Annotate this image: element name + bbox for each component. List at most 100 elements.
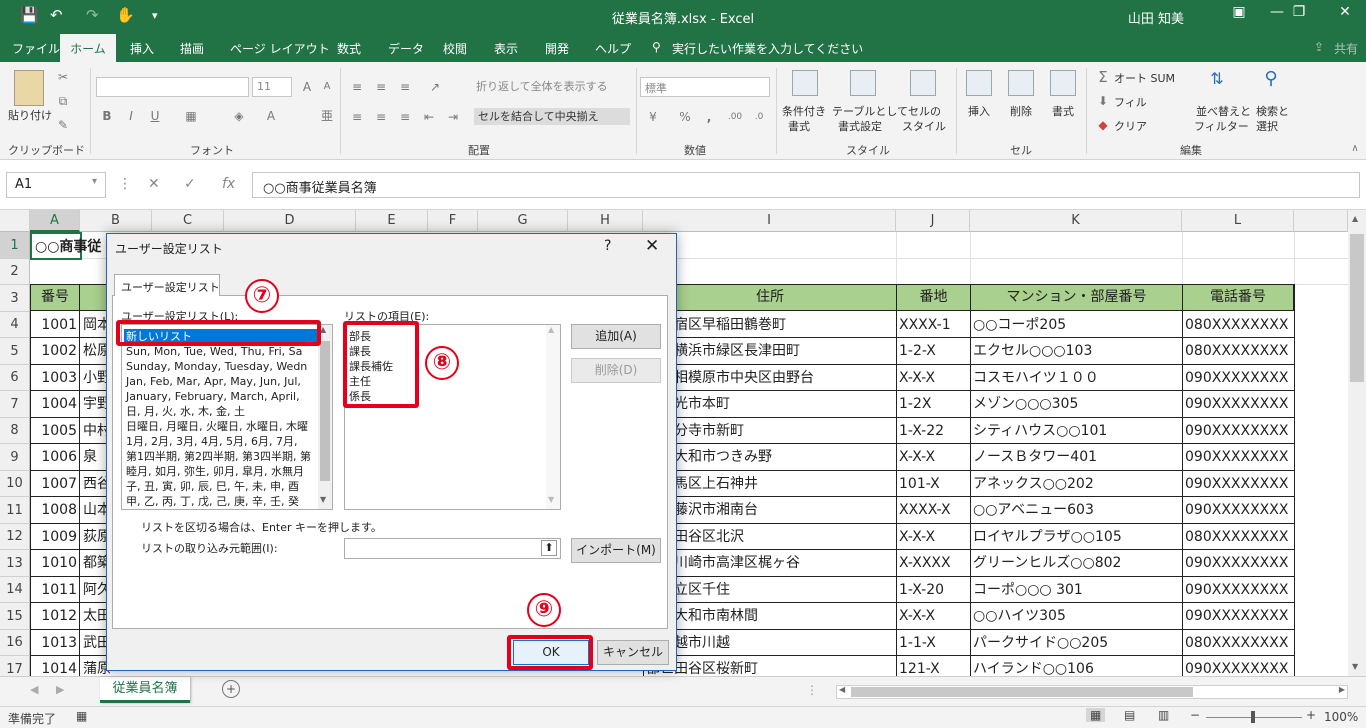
add-button[interactable]: 追加(A) — [571, 324, 661, 349]
format-as-table-icon[interactable] — [850, 70, 876, 96]
cell-styles-icon[interactable] — [910, 70, 936, 96]
phonetic-icon[interactable]: 亜 — [318, 107, 336, 125]
cell-no[interactable]: 1003 — [30, 365, 80, 391]
conditional-format-label2[interactable]: 書式 — [788, 119, 810, 134]
row-header-1[interactable]: 1 — [0, 232, 30, 259]
cell-mansion[interactable]: メゾン○○○305 — [970, 391, 1182, 418]
insert-cells-button[interactable]: 挿入 — [968, 104, 990, 119]
page-layout-view-icon[interactable]: ▤ — [1124, 708, 1135, 722]
align-bottom-icon[interactable]: ≡ — [396, 78, 414, 96]
clear-button[interactable]: クリア — [1114, 119, 1147, 134]
cell-no[interactable]: 1011 — [30, 577, 80, 603]
align-center-icon[interactable]: ≡ — [372, 108, 390, 126]
row-header-2[interactable]: 2 — [0, 259, 30, 285]
scroll-down-icon[interactable]: ▼ — [1352, 662, 1358, 671]
close-window-button[interactable]: ✕ — [1330, 4, 1360, 20]
cell-no[interactable]: 1008 — [30, 497, 80, 524]
cell-no[interactable]: 1012 — [30, 603, 80, 630]
list-item[interactable]: 1月, 2月, 3月, 4月, 5月, 6月, 7月, — [126, 434, 297, 449]
border-icon[interactable]: ▦ — [182, 107, 200, 125]
cell-mansion[interactable]: ○○ハイツ305 — [970, 603, 1182, 630]
cell-address[interactable]: 都世田谷区北沢 — [643, 524, 896, 550]
number-format-box[interactable]: 標準 — [640, 77, 770, 97]
name-box-dropdown-icon[interactable]: ▾ — [92, 176, 97, 187]
scroll-right-icon[interactable]: ▶ — [1339, 685, 1345, 694]
next-sheet-icon[interactable]: ▶ — [56, 683, 64, 696]
cell-banchi[interactable]: X-X-X — [896, 603, 970, 630]
page-break-view-icon[interactable]: ▥ — [1158, 708, 1169, 722]
cell-address[interactable]: 川県川崎市高津区梶ヶ谷 — [643, 550, 896, 577]
cell-no[interactable]: 1013 — [30, 630, 80, 656]
cell-no[interactable]: 1004 — [30, 391, 80, 418]
cell-address[interactable]: 川県藤沢市湘南台 — [643, 497, 896, 524]
font-name-box[interactable] — [96, 77, 249, 97]
share-button[interactable]: 共有 — [1334, 40, 1358, 57]
wrap-text-button[interactable]: 折り返して全体を表示する — [476, 79, 608, 94]
paste-icon[interactable] — [14, 70, 44, 106]
fill-icon[interactable]: ⬇ — [1094, 92, 1112, 110]
cell-styles-label2[interactable]: スタイル — [902, 119, 946, 134]
col-header-e[interactable]: E — [356, 210, 428, 232]
cell-banchi[interactable]: 1-1-X — [896, 630, 970, 656]
import-range-input[interactable] — [344, 538, 561, 559]
align-middle-icon[interactable]: ≡ — [372, 78, 390, 96]
cell-phone[interactable]: 090XXXXXXXX — [1182, 365, 1294, 391]
sort-filter-button[interactable]: 並べ替えと — [1196, 104, 1251, 119]
prev-sheet-icon[interactable]: ◀ — [30, 683, 38, 696]
insert-cells-icon[interactable] — [966, 70, 992, 96]
row-header-17[interactable]: 17 — [0, 656, 30, 676]
custom-lists-listbox[interactable]: 新しいリスト Sun, Mon, Tue, Wed, Thu, Fri, Sa Su… — [121, 324, 333, 510]
align-left-icon[interactable]: ≡ — [348, 108, 366, 126]
tab-data[interactable]: データ — [388, 40, 424, 57]
cell-phone[interactable]: 090XXXXXXXX — [1182, 577, 1294, 603]
cell-no[interactable]: 1001 — [30, 312, 80, 338]
cell-mansion[interactable]: ノースＢタワー401 — [970, 444, 1182, 471]
cell-banchi[interactable]: X-XXXX — [896, 550, 970, 577]
row-header-10[interactable]: 10 — [0, 471, 30, 497]
fill-color-icon[interactable]: ◈ — [230, 107, 248, 125]
macro-record-icon[interactable]: ▦ — [76, 709, 87, 723]
format-as-table-label2[interactable]: 書式設定 — [838, 119, 882, 134]
list-scroll-down-icon[interactable]: ▼ — [320, 495, 326, 504]
tab-insert[interactable]: 挿入 — [130, 40, 154, 57]
tab-page-layout[interactable]: ページ レイアウト — [230, 40, 330, 57]
list-item[interactable]: 睦月, 如月, 弥生, 卯月, 皐月, 水無月 — [126, 464, 304, 479]
zoom-level[interactable]: 100% — [1324, 710, 1358, 724]
decrease-indent-icon[interactable]: ⇤ — [420, 108, 438, 126]
entries-scroll-down-icon[interactable]: ▼ — [548, 495, 554, 504]
header-cell-address[interactable]: 住所 — [643, 284, 897, 311]
entries-scrollbar[interactable]: ▲ ▼ — [546, 325, 560, 509]
row-header-13[interactable]: 13 — [0, 550, 30, 577]
format-cells-button[interactable]: 書式 — [1052, 104, 1074, 119]
cell-mansion[interactable]: シティハウス○○101 — [970, 418, 1182, 444]
col-header-h[interactable]: H — [568, 210, 643, 232]
header-cell-mansion[interactable]: マンション・部屋番号 — [970, 284, 1183, 311]
cell-no[interactable]: 1009 — [30, 524, 80, 550]
row-header-11[interactable]: 11 — [0, 497, 30, 524]
format-as-table-button[interactable]: テーブルとして — [832, 104, 908, 119]
row-header-5[interactable]: 5 — [0, 338, 30, 365]
cell-banchi[interactable]: XXXX-X — [896, 497, 970, 524]
cell-mansion[interactable]: エクセル○○○103 — [970, 338, 1182, 365]
scroll-up-icon[interactable]: ▲ — [1352, 214, 1358, 223]
cell-banchi[interactable]: X-X-X — [896, 444, 970, 471]
tab-help[interactable]: ヘルプ — [595, 40, 631, 57]
list-item[interactable]: Sunday, Monday, Tuesday, Wedn — [126, 359, 307, 374]
cell-mansion[interactable]: グリーンヒルズ○○802 — [970, 550, 1182, 577]
cell-address[interactable]: 都足立区千住 — [643, 577, 896, 603]
col-header-l[interactable]: L — [1182, 210, 1294, 232]
cell-no[interactable]: 1014 — [30, 656, 80, 676]
horizontal-scrollbar[interactable]: ◀ ▶ — [836, 685, 1348, 699]
tab-draw[interactable]: 描画 — [180, 40, 204, 57]
conditional-format-button[interactable]: 条件付き — [782, 104, 826, 119]
header-cell-banchi[interactable]: 番地 — [896, 284, 971, 311]
zoom-out-icon[interactable]: − — [1190, 708, 1200, 722]
row-header-8[interactable]: 8 — [0, 418, 30, 444]
scroll-thumb[interactable] — [1350, 234, 1364, 382]
tab-file[interactable]: ファイル — [12, 40, 60, 57]
underline-icon[interactable]: U — [146, 107, 164, 125]
normal-view-icon[interactable]: ▦ — [1086, 708, 1106, 722]
cell-mansion[interactable]: アネックス○○202 — [970, 471, 1182, 497]
cell-styles-button[interactable]: セルの — [908, 104, 941, 119]
clear-icon[interactable]: ◆ — [1094, 116, 1112, 134]
